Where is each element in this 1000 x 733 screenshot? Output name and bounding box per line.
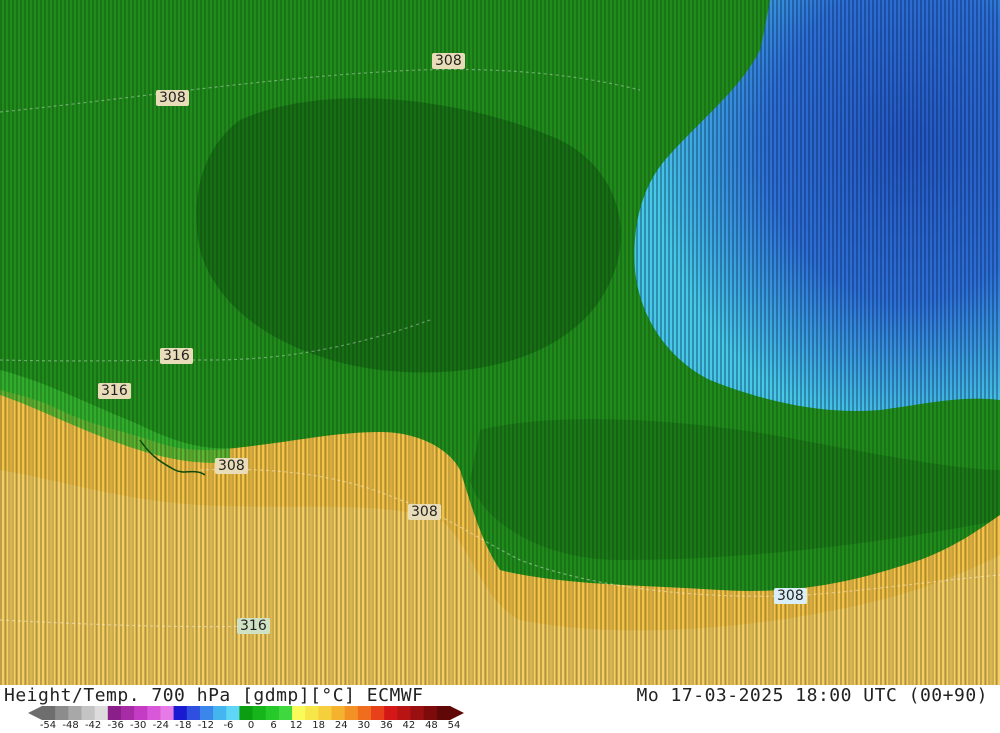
colorbar-swatch bbox=[213, 706, 227, 720]
colorbar-arrow-low bbox=[28, 706, 42, 720]
colorbar-tick-label: 30 bbox=[357, 720, 371, 731]
colorbar-swatch bbox=[81, 706, 96, 720]
map-canvas bbox=[0, 0, 1000, 685]
colorbar-tick-label: -54 bbox=[39, 720, 57, 731]
colorbar-tick-label: -18 bbox=[175, 720, 192, 731]
contour-label: 316 bbox=[237, 618, 270, 634]
colorbar-tick-label: 48 bbox=[425, 720, 438, 731]
colorbar-tick-label: -36 bbox=[107, 720, 124, 731]
colorbar-swatch bbox=[186, 706, 201, 720]
weather-map: 308 308 316 316 308 308 308 316 bbox=[0, 0, 1000, 685]
colorbar-swatch bbox=[344, 706, 359, 720]
contour-label: 308 bbox=[215, 458, 248, 474]
colorbar-swatch bbox=[173, 706, 188, 720]
colorbar-swatch bbox=[55, 706, 69, 720]
colorbar-swatch bbox=[278, 706, 293, 720]
colorbar-swatch bbox=[199, 706, 214, 720]
colorbar-swatch bbox=[252, 706, 267, 720]
colorbar-tick-label: -12 bbox=[197, 720, 215, 731]
contour-label: 308 bbox=[432, 53, 465, 69]
colorbar-tick-label: 54 bbox=[447, 720, 461, 731]
contour-label: 316 bbox=[98, 383, 131, 399]
colorbar-swatch bbox=[305, 706, 319, 720]
colorbar-tick-label: 12 bbox=[289, 720, 303, 731]
contour-label: 308 bbox=[408, 504, 441, 520]
colorbar-tick-label: 0 bbox=[247, 720, 255, 731]
colorbar-arrow-high bbox=[450, 706, 464, 720]
contour-label: 316 bbox=[160, 348, 193, 364]
map-title: Height/Temp. 700 hPa [gdmp][°C] ECMWF bbox=[4, 685, 424, 706]
colorbar-tick-label: -6 bbox=[223, 720, 234, 731]
colorbar-swatch bbox=[265, 706, 280, 720]
colorbar-tick-label: -24 bbox=[152, 720, 169, 731]
colorbar-swatch bbox=[331, 706, 346, 720]
colorbar-tick-label: 42 bbox=[402, 720, 416, 731]
colorbar-swatch bbox=[397, 706, 412, 720]
contour-label: 308 bbox=[774, 588, 807, 604]
colorbar-swatch bbox=[42, 706, 56, 720]
colorbar-swatch bbox=[226, 706, 240, 720]
colorbar-swatch bbox=[436, 706, 451, 720]
colorbar-swatch bbox=[147, 706, 161, 720]
colorbar-swatch bbox=[410, 706, 425, 720]
colorbar-swatch bbox=[68, 706, 82, 720]
colorbar-swatch bbox=[423, 706, 438, 720]
valid-time: Mo 17-03-2025 18:00 UTC (00+90) bbox=[636, 685, 988, 706]
colorbar-swatch bbox=[239, 706, 254, 720]
colorbar-ticks: -54 -48 -42 -36 -30 -24 -18 -12 -6 0 6 12 18 24 30 36 42… bbox=[0, 720, 470, 733]
colorbar-tick-label: 24 bbox=[334, 720, 348, 731]
contour-label: 308 bbox=[156, 90, 189, 106]
colorbar-tick-label: -48 bbox=[62, 720, 79, 731]
colorbar-swatch bbox=[134, 706, 148, 720]
temperature-colorbar bbox=[28, 706, 464, 720]
colorbar-swatch bbox=[160, 706, 175, 720]
colorbar-tick-label: -30 bbox=[130, 720, 147, 731]
colorbar-swatch bbox=[107, 706, 122, 720]
colorbar-tick-label: 36 bbox=[379, 720, 393, 731]
colorbar-swatch bbox=[371, 706, 385, 720]
colorbar-swatch bbox=[120, 706, 135, 720]
colorbar-swatch bbox=[357, 706, 372, 720]
colorbar-swatch bbox=[292, 706, 306, 720]
colorbar-tick-label: -42 bbox=[84, 720, 102, 731]
colorbar-tick-label: 18 bbox=[312, 720, 326, 731]
colorbar-swatch bbox=[384, 706, 398, 720]
colorbar-swatch bbox=[94, 706, 109, 720]
colorbar-swatch bbox=[318, 706, 333, 720]
colorbar-tick-label: 6 bbox=[270, 720, 277, 731]
map-footer: Height/Temp. 700 hPa [gdmp][°C] ECMWF Mo… bbox=[0, 685, 1000, 733]
